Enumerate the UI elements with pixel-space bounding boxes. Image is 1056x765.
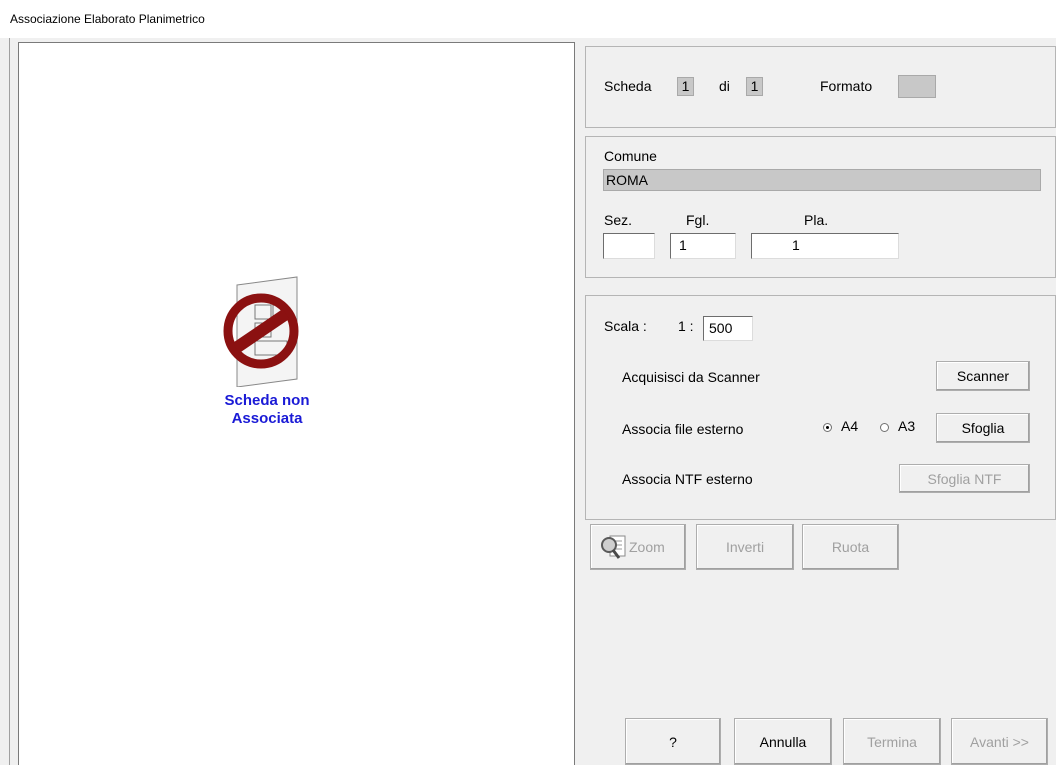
next-button[interactable]: Avanti >> (951, 718, 1048, 765)
radio-a4-label[interactable]: A4 (841, 418, 858, 434)
cancel-button[interactable]: Annulla (734, 718, 832, 765)
browse-ntf-button[interactable]: Sfoglia NTF (899, 464, 1030, 493)
window-frame-border (9, 38, 10, 765)
scala-input[interactable]: 500 (703, 316, 753, 341)
comune-field: ROMA (603, 169, 1041, 191)
fgl-label: Fgl. (686, 212, 710, 228)
preview-status-line2: Associata (231, 410, 303, 427)
invert-button[interactable]: Inverti (696, 524, 794, 570)
scanner-button[interactable]: Scanner (936, 361, 1030, 391)
scheda-label: Scheda (604, 78, 652, 94)
radio-a3-label[interactable]: A3 (898, 418, 915, 434)
scheda-total-value: 1 (746, 77, 763, 96)
radio-a3[interactable] (880, 423, 889, 432)
fgl-input[interactable]: 1 (670, 233, 736, 259)
zoom-button[interactable]: Zoom (590, 524, 686, 570)
finish-button[interactable]: Termina (843, 718, 941, 765)
radio-a4[interactable] (823, 423, 832, 432)
ntf-label: Associa NTF esterno (622, 471, 753, 487)
scala-label: Scala : (604, 318, 647, 334)
scheda-current-value: 1 (677, 77, 694, 96)
pla-label: Pla. (804, 212, 829, 228)
zoom-button-label: Zoom (629, 539, 665, 555)
formato-label: Formato (820, 78, 873, 94)
pla-input[interactable]: 1 (751, 233, 899, 259)
location-group: Comune ROMA Sez. Fgl. Pla. 1 1 (585, 136, 1056, 278)
window-title: Associazione Elaborato Planimetrico (10, 12, 205, 26)
help-button[interactable]: ? (625, 718, 721, 765)
file-label: Associa file esterno (622, 421, 744, 437)
preview-status-line1: Scheda non (224, 392, 310, 409)
sez-label: Sez. (604, 212, 633, 228)
scheda-of-label: di (719, 78, 730, 94)
browse-button[interactable]: Sfoglia (936, 413, 1030, 443)
window-title-bar: Associazione Elaborato Planimetrico (0, 0, 1056, 38)
preview-status-text: Scheda non Associata (167, 392, 367, 428)
acquisition-group: Scala : 1 : 500 Acquisisci da Scanner Sc… (585, 295, 1056, 520)
sez-input[interactable] (603, 233, 655, 259)
scheda-group: Scheda 1 di 1 Formato (585, 46, 1056, 128)
preview-pane: Scheda non Associata (18, 42, 575, 765)
magnifier-document-icon (601, 535, 626, 559)
scanner-label: Acquisisci da Scanner (622, 369, 760, 385)
comune-label: Comune (604, 148, 657, 164)
scala-prefix: 1 : (678, 318, 694, 334)
rotate-button[interactable]: Ruota (802, 524, 899, 570)
formato-value (898, 75, 936, 98)
no-entry-document-icon (223, 276, 299, 387)
